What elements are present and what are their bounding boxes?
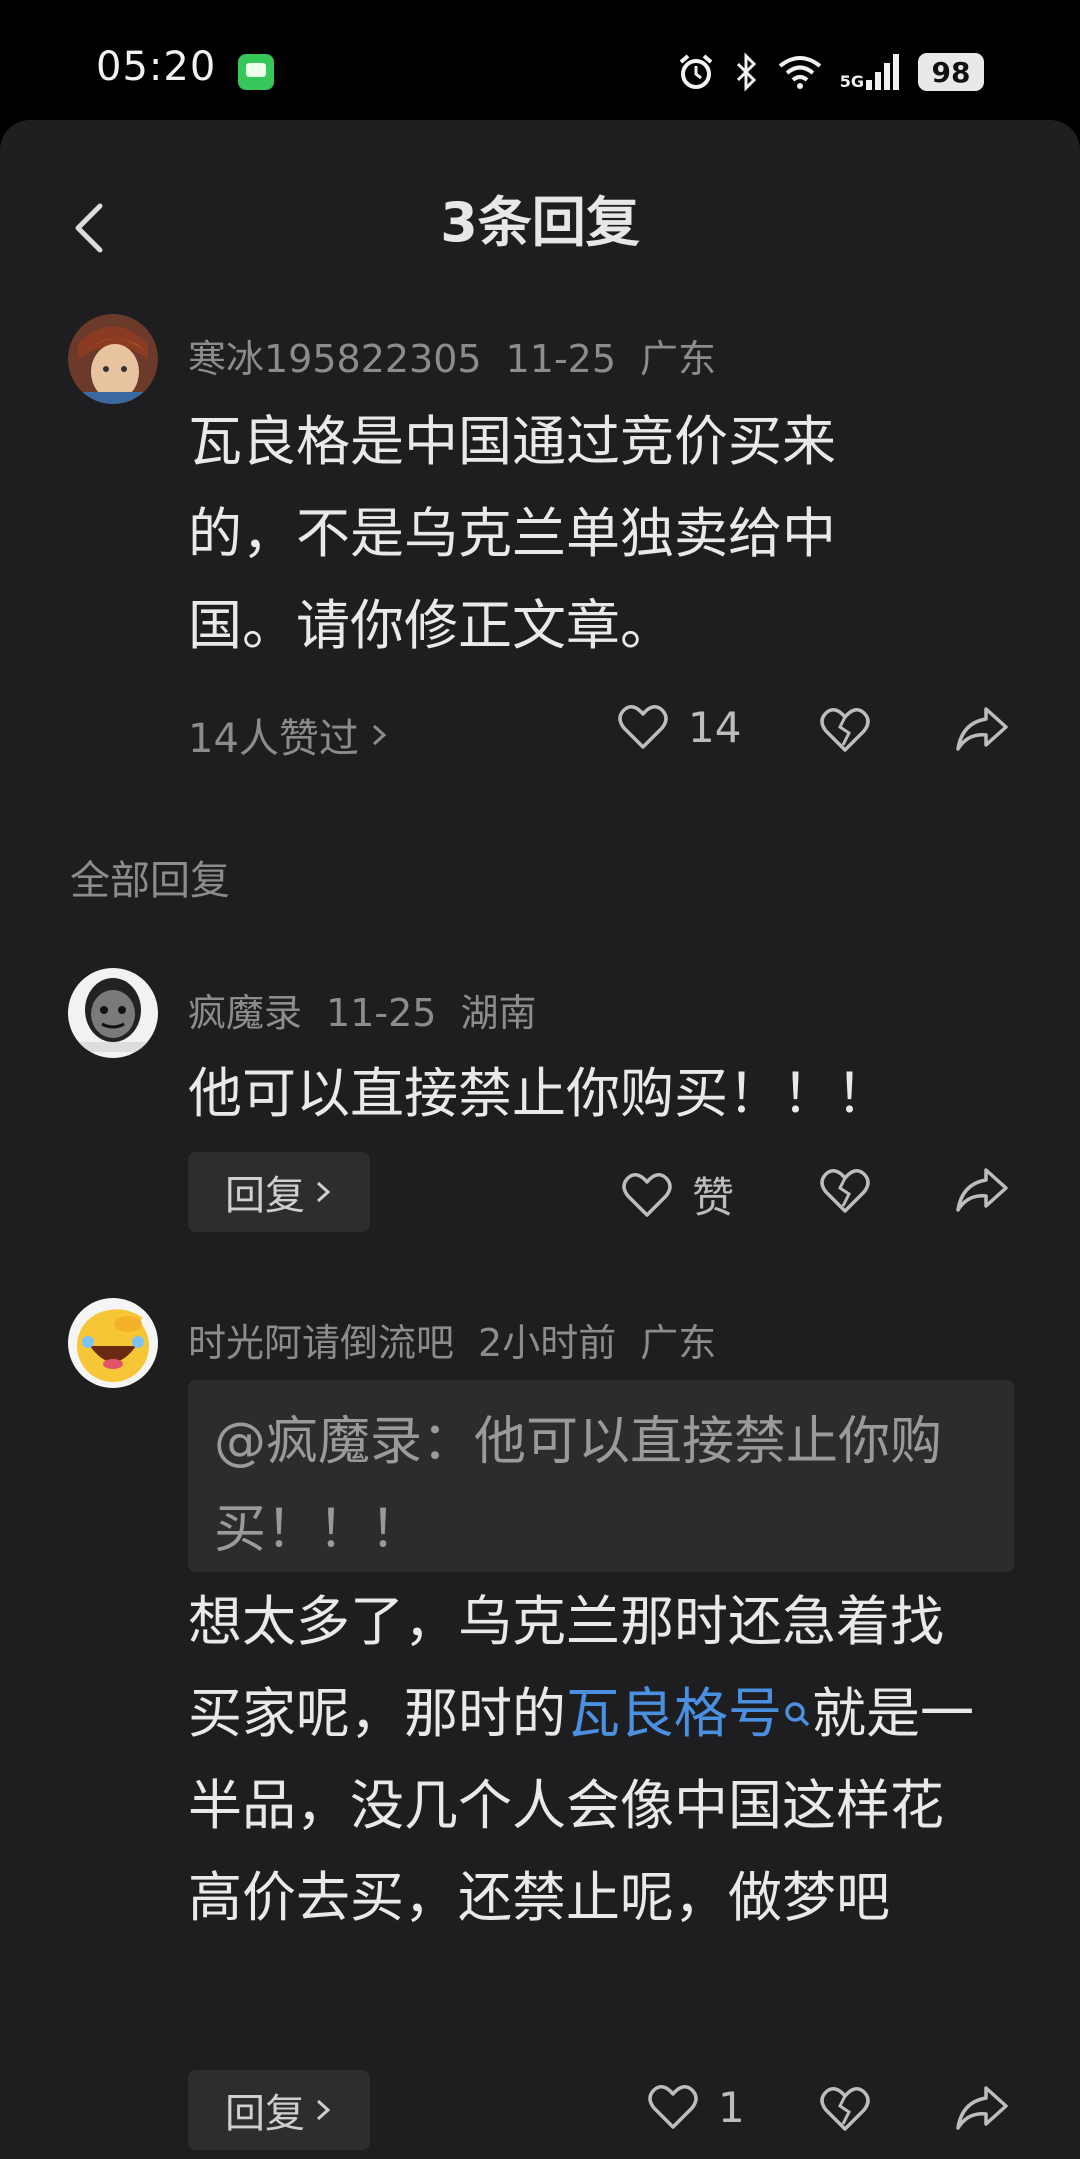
- reply-meta: 疯魔录 11-25 湖南: [188, 982, 560, 1037]
- avatar[interactable]: [68, 314, 158, 404]
- like-label: 赞: [692, 1173, 735, 1222]
- like-button[interactable]: 1: [646, 2082, 745, 2132]
- page-title: 3条回复: [440, 191, 640, 254]
- reply-text: 想太多了，乌克兰那时还急着找买家呢，那时的瓦良格号 就是一半品，没几个人会像中国这…: [188, 1576, 978, 1944]
- chevron-right-icon: [316, 2099, 331, 2121]
- reply-button[interactable]: 回复: [188, 2070, 370, 2150]
- broken-heart-icon[interactable]: [818, 2084, 872, 2134]
- status-time: 05:20: [96, 44, 217, 90]
- share-icon[interactable]: [954, 1164, 1010, 1216]
- replies-sheet: 3条回复 寒冰195822305 11-25 广东 瓦良格是中国通过竞价买来的，不是…: [0, 120, 1080, 2159]
- status-bar: 05:20 5G 98: [0, 0, 1080, 120]
- like-button[interactable]: 赞: [620, 1164, 734, 1225]
- message-icon: [238, 54, 274, 90]
- avatar[interactable]: [68, 1298, 158, 1388]
- like-count: 1: [718, 2082, 745, 2132]
- like-count: 14: [688, 702, 742, 752]
- comment-location: 广东: [640, 337, 717, 381]
- status-icons: 5G 98: [676, 50, 984, 94]
- likes-link-label: 14人赞过: [188, 716, 359, 762]
- reply-button[interactable]: 回复: [188, 1152, 370, 1232]
- search-icon: [785, 1702, 810, 1727]
- heart-icon: [648, 2085, 698, 2129]
- section-label: 全部回复: [70, 858, 230, 904]
- network-type: 5G: [839, 72, 864, 91]
- signal-icon: [866, 54, 899, 90]
- share-icon[interactable]: [954, 2082, 1010, 2134]
- quoted-reply: @疯魔录：他可以直接禁止你购买！！！: [188, 1380, 1014, 1572]
- share-icon[interactable]: [954, 703, 1010, 755]
- broken-heart-icon[interactable]: [818, 705, 872, 755]
- comment-date: 11-25: [505, 337, 617, 381]
- search-link[interactable]: 瓦良格号: [566, 1682, 812, 1745]
- comment-text: 瓦良格是中国通过竞价买来的，不是乌克兰单独卖给中国。请你修正文章。: [188, 410, 836, 657]
- avatar[interactable]: [68, 968, 158, 1058]
- bluetooth-icon: [736, 52, 756, 92]
- reply-button-label: 回复: [225, 2091, 305, 2137]
- alarm-icon: [679, 54, 713, 89]
- reply-text: 他可以直接禁止你购买！！！: [188, 1062, 890, 1125]
- reply-location: 湖南: [460, 991, 537, 1035]
- heart-icon: [622, 1172, 672, 1217]
- chevron-right-icon: [372, 724, 387, 746]
- like-button[interactable]: 14: [616, 702, 741, 752]
- comment-meta: 寒冰195822305 11-25 广东: [188, 328, 740, 383]
- reply-location: 广东: [640, 1321, 717, 1365]
- broken-heart-icon[interactable]: [818, 1166, 872, 1216]
- username[interactable]: 寒冰195822305: [188, 337, 482, 381]
- username[interactable]: 时光阿请倒流吧: [188, 1321, 454, 1365]
- username[interactable]: 疯魔录: [188, 991, 302, 1035]
- reply-meta: 时光阿请倒流吧 2小时前 广东: [188, 1312, 740, 1367]
- battery-indicator: 98: [918, 53, 984, 91]
- heart-icon: [618, 705, 668, 749]
- reply-date: 11-25: [326, 991, 437, 1035]
- reply-button-label: 回复: [225, 1173, 305, 1219]
- search-link-label: 瓦良格号: [566, 1682, 782, 1745]
- chevron-right-icon: [316, 1181, 331, 1203]
- wifi-icon: [778, 56, 821, 89]
- reply-date: 2小时前: [478, 1321, 617, 1365]
- likes-list-link[interactable]: 14人赞过: [188, 706, 389, 764]
